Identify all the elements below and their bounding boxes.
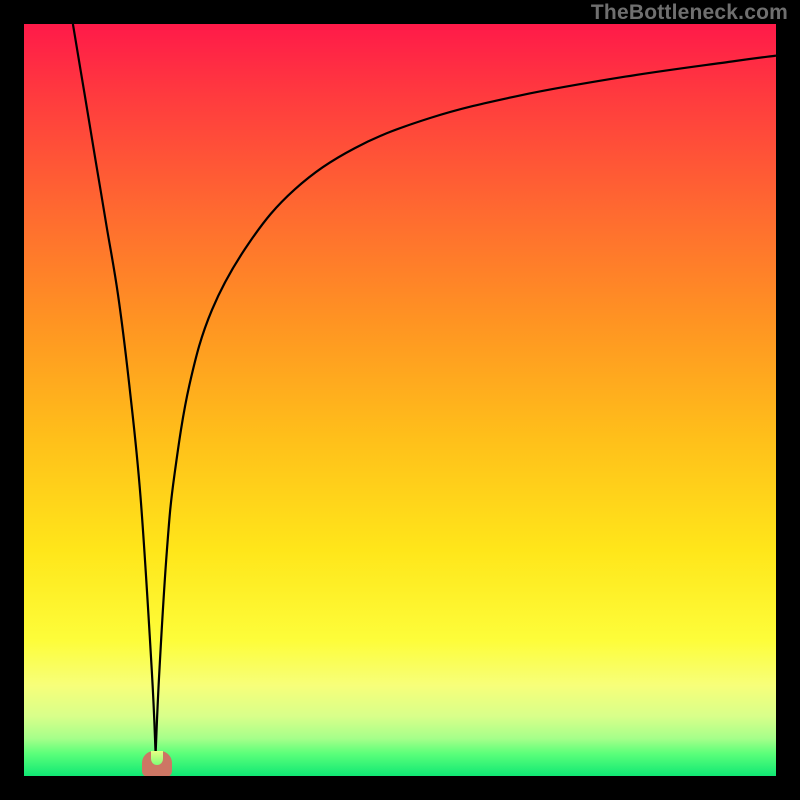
curve-right-branch (156, 56, 776, 754)
bottleneck-curve (24, 24, 776, 776)
minimum-marker (142, 751, 172, 776)
plot-area (24, 24, 776, 776)
watermark-text: TheBottleneck.com (591, 1, 788, 25)
curve-left-branch (73, 24, 156, 753)
chart-frame: TheBottleneck.com (0, 0, 800, 800)
